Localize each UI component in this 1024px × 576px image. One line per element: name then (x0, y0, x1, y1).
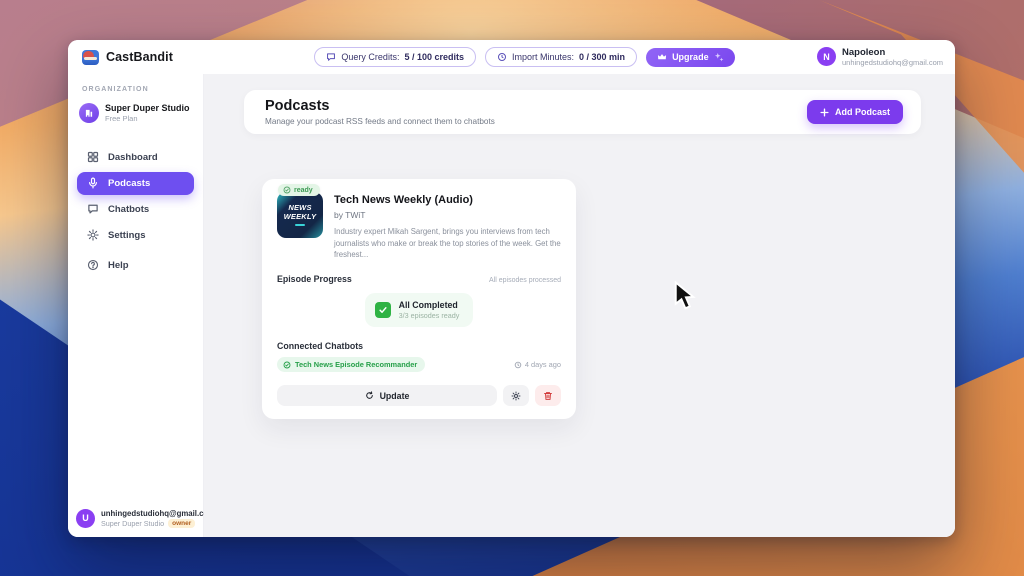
top-bar: CastBandit Query Credits: 5 / 100 credit… (68, 40, 955, 74)
query-credits-value: 5 / 100 credits (404, 52, 464, 62)
org-selector[interactable]: Super Duper Studio Free Plan (77, 103, 194, 124)
update-button[interactable]: Update (277, 385, 497, 406)
add-podcast-button[interactable]: Add Podcast (807, 100, 903, 124)
podcasts-icon (87, 177, 99, 189)
check-circle-icon (283, 186, 291, 194)
podcast-artwork: NEWS WEEKLY (277, 192, 323, 238)
sidebar-item-label: Settings (108, 230, 145, 241)
sparkles-icon (714, 52, 724, 62)
role-badge: owner (168, 519, 195, 528)
org-plan: Free Plan (105, 114, 190, 123)
sidebar-item-label: Podcasts (108, 178, 150, 189)
castbandit-logo-icon (82, 50, 99, 65)
podcast-card: NEWS WEEKLY ready Tech News Weekly (Audi… (262, 179, 576, 419)
clock-icon (497, 52, 507, 62)
account-email: unhingedstudiohq@gmail.com (101, 509, 215, 519)
podcast-description: Industry expert Mikah Sargent, brings yo… (334, 226, 561, 261)
settings-icon (87, 229, 99, 241)
last-updated: 4 days ago (514, 360, 561, 369)
check-icon (375, 302, 391, 318)
episode-progress-label: Episode Progress (277, 274, 352, 284)
user-email: unhingedstudiohq@gmail.com (842, 58, 943, 67)
podcast-settings-button[interactable] (503, 385, 529, 406)
sidebar-item-label: Help (108, 260, 129, 271)
main-content: Podcasts Manage your podcast RSS feeds a… (204, 74, 955, 537)
plus-icon (820, 108, 829, 117)
sidebar-account[interactable]: U unhingedstudiohq@gmail.com Super Duper… (76, 509, 201, 528)
import-minutes-pill[interactable]: Import Minutes: 0 / 300 min (485, 47, 637, 67)
refresh-icon (365, 391, 374, 400)
sidebar-item-help[interactable]: Help (77, 254, 194, 277)
sidebar-item-label: Chatbots (108, 204, 149, 215)
chat-icon (326, 52, 336, 62)
import-minutes-label: Import Minutes: (512, 52, 574, 62)
sidebar-item-podcasts[interactable]: Podcasts (77, 172, 194, 195)
chatbot-chip-label: Tech News Episode Recommander (295, 360, 417, 369)
episode-progress-note: All episodes processed (489, 277, 561, 284)
user-menu[interactable]: N Napoleon unhingedstudiohq@gmail.com (817, 47, 945, 67)
status-badge: ready (278, 184, 320, 196)
brand[interactable]: CastBandit (82, 50, 232, 65)
sidebar-nav: Dashboard Podcasts Chatbots Settings (77, 146, 194, 277)
gear-icon (511, 391, 521, 401)
app-window: CastBandit Query Credits: 5 / 100 credit… (68, 40, 955, 537)
org-avatar-icon (79, 103, 99, 123)
status-badge-label: ready (294, 187, 313, 194)
dashboard-icon (87, 151, 99, 163)
usage-pills: Query Credits: 5 / 100 credits Import Mi… (314, 47, 734, 67)
chatbots-icon (87, 203, 99, 215)
progress-status-pill: All Completed 3/3 episodes ready (365, 293, 474, 327)
upgrade-button[interactable]: Upgrade (646, 48, 735, 67)
crown-icon (657, 52, 667, 62)
upgrade-label: Upgrade (672, 52, 709, 62)
user-name: Napoleon (842, 47, 943, 58)
sidebar: ORGANIZATION Super Duper Studio Free Pla… (68, 74, 204, 537)
podcast-title: Tech News Weekly (Audio) (334, 194, 561, 206)
progress-status: All Completed (399, 300, 460, 311)
sidebar-item-dashboard[interactable]: Dashboard (77, 146, 194, 169)
user-avatar: N (817, 47, 836, 66)
check-circle-icon (283, 361, 291, 369)
trash-icon (543, 391, 553, 401)
last-updated-text: 4 days ago (525, 360, 561, 369)
sidebar-item-settings[interactable]: Settings (77, 224, 194, 247)
import-minutes-value: 0 / 300 min (579, 52, 625, 62)
query-credits-label: Query Credits: (341, 52, 399, 62)
delete-podcast-button[interactable] (535, 385, 561, 406)
app-name: CastBandit (106, 50, 173, 64)
artwork-text: WEEKLY (284, 213, 317, 222)
add-podcast-label: Add Podcast (835, 107, 890, 117)
org-name: Super Duper Studio (105, 103, 190, 114)
page-subtitle: Manage your podcast RSS feeds and connec… (265, 117, 495, 126)
help-icon (87, 259, 99, 271)
page-header: Podcasts Manage your podcast RSS feeds a… (244, 90, 921, 134)
connected-chatbots-label: Connected Chatbots (277, 341, 561, 351)
page-title: Podcasts (265, 98, 495, 114)
update-button-label: Update (380, 391, 410, 401)
query-credits-pill[interactable]: Query Credits: 5 / 100 credits (314, 47, 476, 67)
sidebar-item-chatbots[interactable]: Chatbots (77, 198, 194, 221)
account-org: Super Duper Studio (101, 519, 164, 528)
chatbot-chip[interactable]: Tech News Episode Recommander (277, 357, 425, 372)
organization-section-label: ORGANIZATION (82, 86, 194, 93)
podcast-author: by TWiT (334, 210, 561, 220)
clock-icon (514, 361, 522, 369)
sidebar-item-label: Dashboard (108, 152, 158, 163)
artwork-accent (295, 224, 305, 227)
desktop: CastBandit Query Credits: 5 / 100 credit… (0, 0, 1024, 576)
building-icon (84, 108, 94, 118)
progress-detail: 3/3 episodes ready (399, 311, 460, 320)
account-avatar: U (76, 509, 95, 528)
